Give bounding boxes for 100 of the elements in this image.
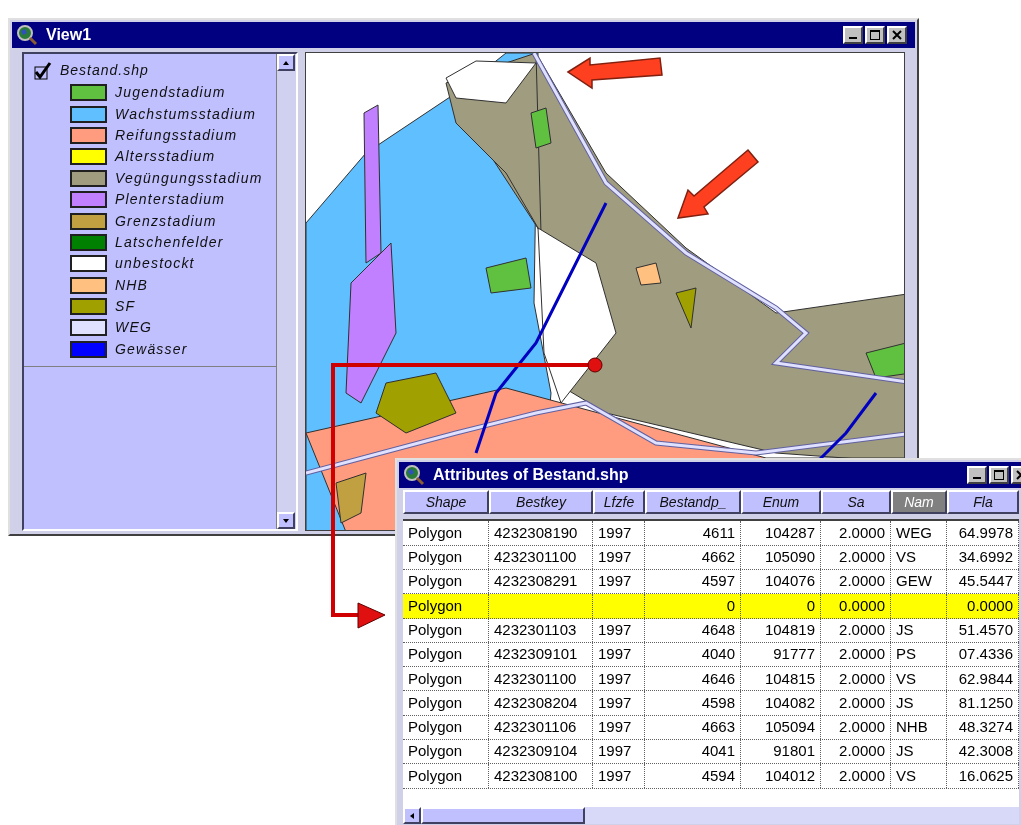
table-row[interactable]: Polygon 4232308190 1997 4611 104287 2.0000 WEG 64.9978: [403, 521, 1019, 546]
table-cell-text: 105090: [764, 547, 815, 568]
table-cell-text: Polygon: [408, 522, 463, 543]
scroll-left-button[interactable]: [403, 807, 421, 824]
minimize-button[interactable]: [967, 466, 987, 484]
column-header[interactable]: Bestandp_: [645, 490, 741, 514]
scrollbar-thumb[interactable]: [421, 807, 585, 824]
legend-label: Gewässer: [115, 339, 188, 359]
table-cell-text: 4040: [701, 644, 735, 665]
close-button[interactable]: [887, 26, 907, 44]
table-cell-text: 2.0000: [839, 668, 885, 689]
column-header[interactable]: Bestkey: [489, 490, 593, 514]
table-cell-text: 1997: [598, 668, 632, 689]
table-cell-text: 2.0000: [839, 765, 885, 786]
table-cell-text: 4232301103: [494, 619, 577, 640]
table-cell-text: JS: [896, 619, 914, 640]
table-cell-text: 104082: [764, 692, 815, 713]
table-cell-text: 2.0000: [839, 692, 885, 713]
table-cell-text: 104815: [764, 668, 815, 689]
table-cell-text: 4232301100: [494, 668, 577, 689]
minimize-icon: [973, 477, 981, 479]
column-header[interactable]: Enum: [741, 490, 821, 514]
vertical-scrollbar[interactable]: [276, 54, 297, 529]
table-row[interactable]: Polygon 4232301103 1997 4648 104819 2.0000 JS 51.4570: [403, 618, 1019, 643]
table-cell-text: 0.0000: [967, 595, 1013, 616]
table-cell-text: 2.0000: [839, 741, 885, 762]
table-cell-text: 2.0000: [839, 522, 885, 543]
table-cell-text: 1997: [598, 547, 632, 568]
table-cell-text: 2.0000: [839, 644, 885, 665]
table-cell-text: GEW: [896, 571, 932, 592]
table-cell-text: 45.5447: [958, 571, 1013, 592]
table-cell-text: 48.3274: [958, 717, 1013, 738]
table-cell-text: 1997: [598, 692, 632, 713]
scroll-up-button[interactable]: [277, 54, 296, 71]
legend-label: NHB: [115, 275, 149, 295]
table-cell-text: 104076: [764, 571, 815, 592]
table-cell-text: 2.0000: [839, 571, 885, 592]
table-cell-text: 4041: [701, 741, 735, 762]
table-cell-text: VS: [896, 668, 916, 689]
table-cell-text: 4232301106: [494, 717, 577, 738]
table-cell-text: 2.0000: [839, 547, 885, 568]
table-cell-text: Polygon: [408, 595, 463, 616]
table-cell-text: JS: [896, 692, 914, 713]
legend-label: WEG: [115, 318, 153, 338]
theme-name: Bestand.shp: [60, 61, 149, 80]
checkbox[interactable]: [34, 61, 52, 80]
legend-label: Altersstadium: [115, 147, 216, 167]
table-row[interactable]: Polygon 4232308100 1997 4594 104012 2.0000 VS 16.0625: [403, 764, 1019, 789]
table-cell-text: 4646: [701, 668, 735, 689]
table-cell-text: 2.0000: [839, 619, 885, 640]
table-cell-text: 07.4336: [958, 644, 1013, 665]
table-row[interactable]: Polygon 4232301106 1997 4663 105094 2.0000 NHB 48.3274: [403, 715, 1019, 740]
table-cell-text: 4663: [701, 717, 735, 738]
maximize-button[interactable]: [989, 466, 1009, 484]
legend-label: SF: [115, 297, 136, 317]
minimize-icon: [849, 37, 857, 39]
maximize-button[interactable]: [865, 26, 885, 44]
table-cell-text: 4662: [701, 547, 735, 568]
arrow-icon: [676, 148, 760, 219]
table-cell-text: VS: [896, 765, 916, 786]
table-row[interactable]: Polygon 4232308291 1997 4597 104076 2.0000 GEW 45.5447: [403, 569, 1019, 595]
table-cell-text: 4232301100: [494, 547, 577, 568]
table-row[interactable]: Polygon 4232309101 1997 4040 91777 2.0000 PS 07.4336: [403, 642, 1019, 668]
legend-label: Vegüngungsstadium: [115, 168, 263, 188]
table-row[interactable]: Polygon 4232301100 1997 4662 105090 2.0000 VS 34.6992: [403, 545, 1019, 570]
table-cell-text: Polygon: [408, 571, 463, 592]
table-cell-text: 4597: [701, 571, 735, 592]
legend-label: unbestockt: [115, 254, 195, 274]
table-row[interactable]: Polygon 0 0 0.0000 0.0000: [403, 594, 1019, 619]
minimize-button[interactable]: [843, 26, 863, 44]
column-header[interactable]: Fla: [947, 490, 1019, 514]
column-header[interactable]: Nam: [891, 490, 947, 514]
table-cell-text: Polygon: [408, 668, 463, 689]
table-cell-text: NHB: [896, 717, 928, 738]
window-title: Attributes of Bestand.shp: [433, 465, 630, 485]
globe-magnifier-icon: [403, 464, 425, 486]
table-row[interactable]: Polygon 4232309104 1997 4041 91801 2.0000 JS 42.3008: [403, 740, 1019, 765]
window-title: View1: [46, 25, 93, 45]
table-row[interactable]: Polygon 4232308204 1997 4598 104082 2.0000 JS 81.1250: [403, 691, 1019, 716]
column-header[interactable]: Sa: [821, 490, 891, 514]
table-cell-text: 51.4570: [958, 619, 1013, 640]
table-row[interactable]: Polygon 4232301100 1997 4646 104815 2.0000 VS 62.9844: [403, 667, 1019, 692]
table-cell-text: 4232308100: [494, 765, 578, 786]
table-cell-text: 1997: [598, 619, 632, 640]
table-cell-text: 4232308204: [494, 692, 578, 713]
globe-magnifier-icon: [16, 24, 38, 46]
column-header[interactable]: Lfzfe: [593, 490, 645, 514]
scroll-down-button[interactable]: [277, 512, 296, 529]
table-cell-text: 104287: [764, 522, 815, 543]
table-cell-text: WEG: [896, 522, 932, 543]
close-icon: [892, 30, 902, 40]
table-cell-text: 16.0625: [958, 765, 1013, 786]
table-cell-text: 4232308190: [494, 522, 578, 543]
table-cell-text: 4232309104: [494, 741, 578, 762]
legend-label: Wachstumsstadium: [115, 104, 257, 124]
column-header[interactable]: Shape: [403, 490, 489, 514]
table-cell-text: 104012: [764, 765, 815, 786]
table-cell-text: 0.0000: [839, 595, 885, 616]
table-cell-text: 105094: [764, 717, 815, 738]
table-cell-text: 0: [806, 595, 815, 616]
